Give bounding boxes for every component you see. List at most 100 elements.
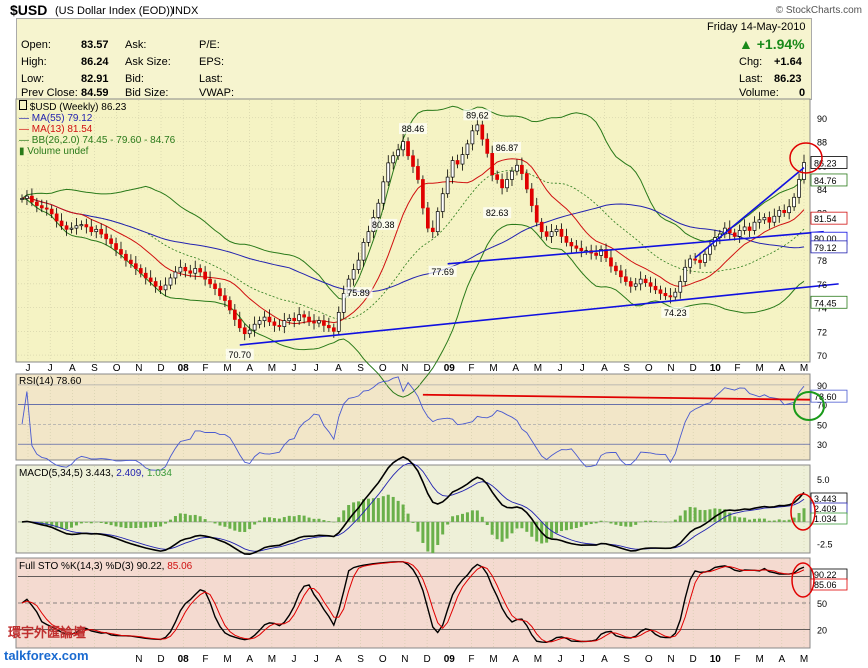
candle — [421, 179, 425, 209]
candle — [742, 226, 747, 231]
candle — [683, 266, 688, 282]
right-value-label: 84.76 — [814, 176, 837, 186]
macd-histogram-bar — [510, 521, 514, 534]
candle — [124, 253, 128, 261]
macd-histogram-bar — [564, 521, 568, 531]
candle — [455, 160, 460, 165]
macd-histogram-bar — [159, 521, 163, 527]
month-label-bottom: A — [601, 654, 608, 665]
candle — [54, 213, 59, 222]
macd-histogram-bar — [218, 521, 222, 526]
legend-main: $USD (Weekly) 86.23 — [19, 100, 175, 113]
candle — [218, 288, 222, 297]
candle — [336, 312, 341, 332]
candle — [549, 231, 554, 237]
candle — [757, 219, 762, 223]
macd-histogram-bar — [154, 521, 158, 527]
month-label-bottom: D — [690, 654, 697, 665]
watermark-url: talkforex.com — [4, 648, 89, 663]
month-label-top: 08 — [178, 363, 190, 374]
macd-histogram-bar — [456, 515, 460, 522]
candle — [277, 325, 282, 327]
candle — [574, 245, 579, 249]
macd-legend-c: 1.034 — [146, 468, 172, 479]
candle — [267, 316, 272, 323]
macd-histogram-bar — [545, 521, 549, 543]
macd-histogram-bar — [99, 521, 103, 523]
candle — [252, 323, 257, 331]
legend-bb: — BB(26,2.0) 74.45 - 79.60 - 84.76 — [19, 135, 176, 146]
candle — [619, 270, 623, 278]
annotation-label: 77.69 — [431, 267, 454, 277]
candle — [747, 226, 752, 231]
candle — [609, 257, 613, 267]
legend-ma13: — MA(13) 81.54 — [19, 124, 93, 135]
month-label-bottom: J — [314, 654, 319, 665]
macd-histogram-bar — [386, 494, 390, 522]
month-label-top: S — [91, 363, 98, 374]
macd-histogram-bar — [421, 521, 425, 543]
macd-histogram-bar — [520, 521, 524, 529]
month-label-bottom: N — [667, 654, 674, 665]
candle — [767, 217, 772, 223]
month-label-bottom: F — [734, 654, 740, 665]
candle — [20, 198, 24, 200]
candle — [307, 316, 311, 323]
annotation-label: 89.62 — [466, 110, 489, 120]
month-label-bottom: 09 — [444, 654, 456, 665]
macd-histogram-bar — [391, 496, 395, 522]
candle — [460, 154, 465, 165]
macd-histogram-bar — [94, 521, 98, 523]
macd-histogram-bar — [772, 520, 776, 522]
legend-main-text: $USD (Weekly) 86.23 — [29, 102, 127, 113]
macd-histogram-bar — [787, 519, 791, 522]
watermark-cn: 環宇外匯論壇 — [8, 626, 87, 641]
candle — [450, 160, 455, 178]
month-label-bottom: N — [401, 654, 408, 665]
macd-histogram-bar — [406, 513, 410, 522]
right-value-label: 86.23 — [814, 159, 837, 169]
macd-histogram-bar — [396, 500, 400, 522]
month-label-bottom: O — [645, 654, 653, 665]
macd-histogram-bar — [733, 516, 737, 522]
sto-value-label: 90.22 — [814, 570, 837, 580]
macd-histogram-bar — [238, 521, 242, 532]
macd-histogram-bar — [79, 521, 83, 524]
price-tick-label: 90 — [817, 114, 827, 124]
macd-histogram-bar — [337, 517, 341, 522]
macd-histogram-bar — [460, 513, 464, 522]
macd-histogram-bar — [654, 521, 658, 522]
macd-histogram-bar — [198, 516, 202, 522]
candle — [386, 162, 391, 183]
candle — [262, 316, 267, 322]
macd-histogram-bar — [446, 521, 450, 525]
month-label-bottom: M — [489, 654, 497, 665]
candle — [104, 233, 108, 240]
price-tick-label: 84 — [817, 185, 827, 195]
candle — [490, 153, 495, 176]
candle — [193, 268, 198, 274]
month-label-top: J — [26, 363, 31, 374]
macd-histogram-bar — [312, 518, 316, 522]
candle — [356, 259, 361, 270]
month-label-top: A — [335, 363, 342, 374]
macd-histogram-bar — [129, 521, 133, 529]
month-label-top: J — [580, 363, 585, 374]
month-label-bottom: A — [246, 654, 253, 665]
macd-histogram-bar — [208, 521, 212, 523]
candle — [327, 325, 331, 329]
candle — [25, 195, 29, 199]
candle — [361, 242, 366, 261]
rsi-tick-label: 50 — [817, 420, 827, 430]
candle — [366, 231, 371, 243]
macd-histogram-bar — [579, 521, 583, 527]
month-label-top: J — [292, 363, 297, 374]
macd-histogram-bar — [223, 521, 227, 527]
macd-histogram-bar — [639, 521, 643, 523]
candle — [213, 283, 217, 289]
candle — [797, 179, 801, 198]
macd-histogram-bar — [233, 521, 237, 531]
candle — [445, 176, 450, 195]
candle — [163, 284, 168, 291]
month-label-top: M — [489, 363, 497, 374]
